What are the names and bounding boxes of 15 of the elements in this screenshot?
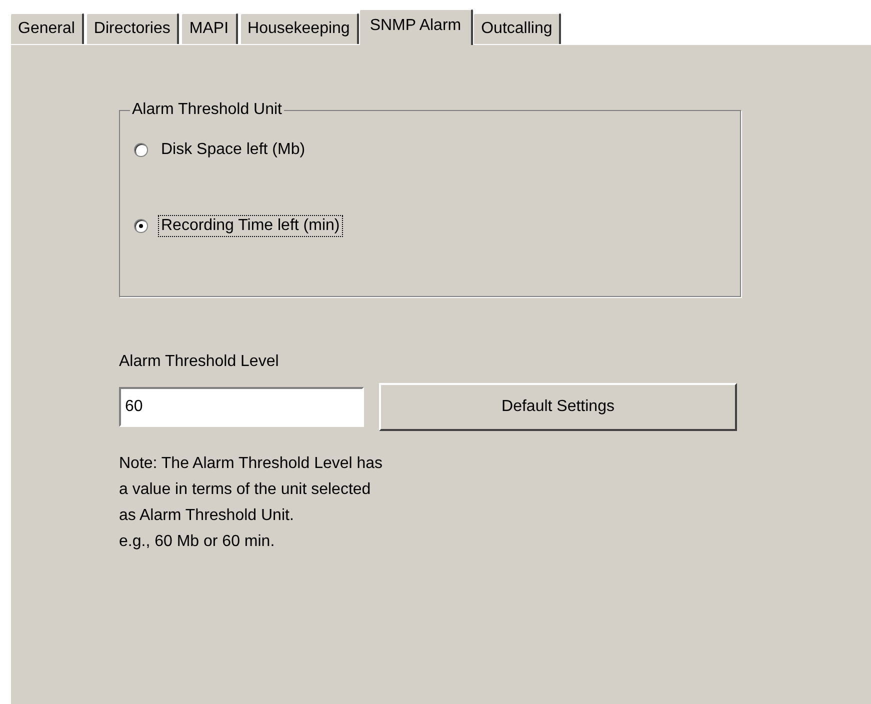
field-label: Alarm Threshold Level xyxy=(119,353,280,371)
tab[interactable]: SNMP Alarm xyxy=(358,9,474,45)
default-settings-button[interactable]: Default Settings xyxy=(379,383,737,431)
note-text: Note: The Alarm Threshold Level has a value in terms of the unit selected as Alarm Threshold Unit. e.g., 60 Mb or 60 min. xyxy=(119,454,384,552)
tab[interactable]: Outcalling xyxy=(473,13,562,44)
radio-label[interactable]: Recording Time left (min) xyxy=(158,215,343,237)
tab[interactable]: General xyxy=(10,13,84,44)
tab[interactable]: Housekeeping xyxy=(240,13,359,44)
radio-button[interactable] xyxy=(134,219,148,233)
radio-label[interactable]: Disk Space left (Mb) xyxy=(158,139,308,161)
input-field[interactable]: 60 xyxy=(119,387,364,427)
tab[interactable]: MAPI xyxy=(181,13,238,44)
tab[interactable]: Directories xyxy=(86,13,180,44)
radio-button[interactable] xyxy=(134,143,148,157)
group-title: Alarm Threshold Unit xyxy=(131,101,283,119)
